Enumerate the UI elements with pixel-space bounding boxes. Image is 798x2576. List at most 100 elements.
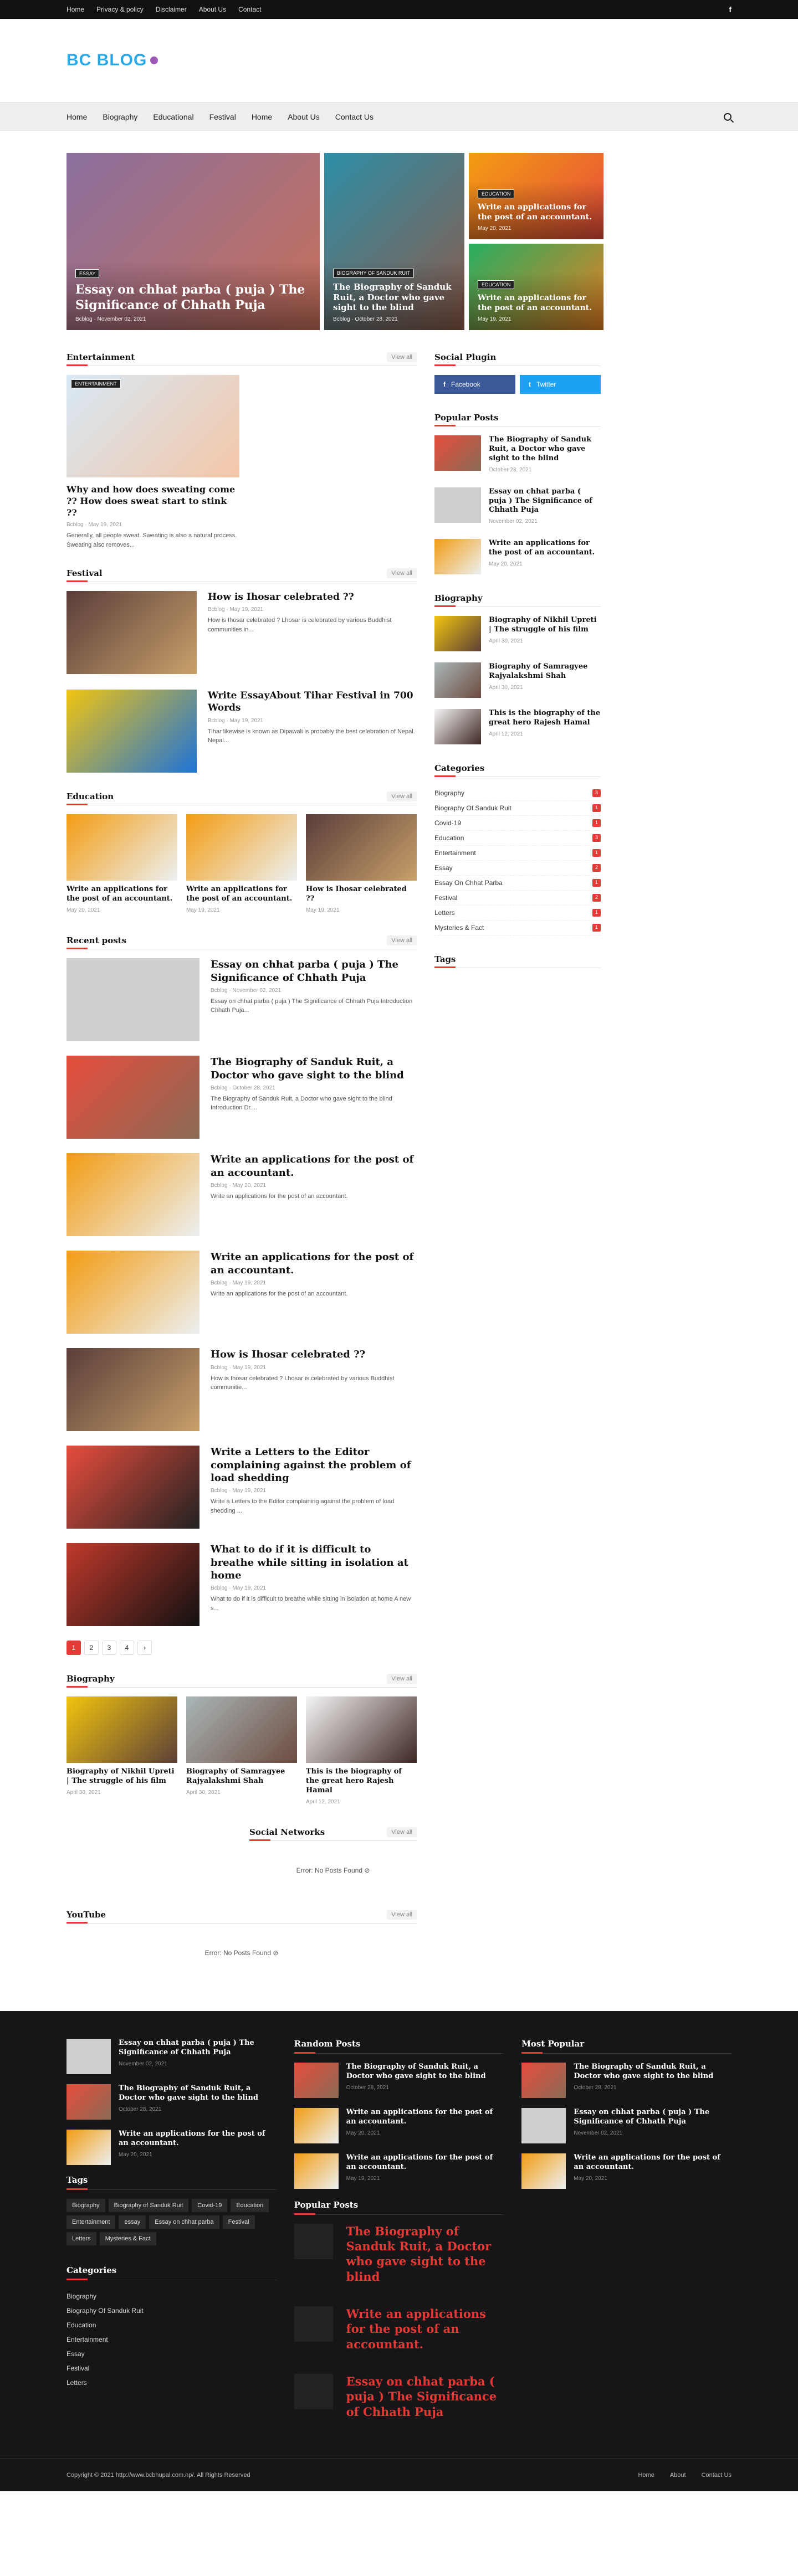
view-all-button[interactable]: View all (387, 935, 417, 946)
post-thumbnail[interactable] (294, 2153, 339, 2189)
post-thumbnail[interactable] (521, 2062, 566, 2098)
post-title[interactable]: Write an applications for the post of an… (66, 885, 177, 904)
post-title[interactable]: How is Ihosar celebrated ?? (208, 591, 417, 603)
post-thumbnail[interactable] (66, 1153, 200, 1237)
facebook-icon[interactable]: f (729, 5, 732, 14)
top-link-disclaimer[interactable]: Disclaimer (156, 6, 187, 13)
post-title[interactable]: Essay on chhat parba ( puja ) The Signif… (346, 2374, 504, 2419)
category-item[interactable]: Letters 1 (434, 906, 601, 921)
page-1-button[interactable]: 1 (66, 1641, 81, 1655)
post-thumbnail[interactable] (66, 958, 200, 1042)
post-title[interactable]: Write EssayAbout Tihar Festival in 700 W… (208, 690, 417, 714)
post-thumbnail[interactable] (186, 814, 297, 881)
nav-educational[interactable]: Educational (153, 112, 193, 121)
view-all-button[interactable]: View all (387, 791, 417, 802)
post-title[interactable]: Write an applications for the post of an… (211, 1251, 417, 1277)
post-thumbnail[interactable] (66, 1543, 200, 1627)
post-title[interactable]: The Biography of Sanduk Ruit, a Doctor w… (119, 2084, 277, 2103)
post-thumbnail[interactable] (66, 2129, 111, 2165)
post-title[interactable]: The Biography of Sanduk Ruit, a Doctor w… (574, 2063, 732, 2081)
featured-mid[interactable]: Biography of Sanduk Ruit The Biography o… (324, 153, 464, 330)
category-item[interactable]: Covid-19 1 (434, 816, 601, 831)
post-thumbnail[interactable] (66, 2038, 111, 2074)
post-title[interactable]: The Biography of Sanduk Ruit, a Doctor w… (489, 435, 601, 464)
category-item[interactable]: Festival 2 (434, 891, 601, 906)
nav-biography[interactable]: Biography (103, 112, 137, 121)
top-link-home[interactable]: Home (66, 6, 84, 13)
post-title[interactable]: Essay on chhat parba ( puja ) The Signif… (211, 958, 417, 984)
post-thumbnail[interactable] (294, 2373, 333, 2409)
view-all-button[interactable]: View all (387, 568, 417, 579)
tag-chip[interactable]: Covid-19 (192, 2198, 228, 2212)
post-thumbnail[interactable] (306, 1696, 417, 1763)
post-thumbnail[interactable] (66, 591, 197, 675)
category-link[interactable]: Essay (66, 2347, 277, 2361)
post-title[interactable]: Biography of Samragyee Rajyalakshmi Shah (489, 662, 601, 681)
post-thumbnail[interactable] (434, 709, 481, 745)
search-icon[interactable] (724, 113, 732, 121)
post-thumbnail[interactable] (294, 2306, 333, 2342)
category-item[interactable]: Essay 2 (434, 861, 601, 876)
tag-chip[interactable]: Entertainment (66, 2215, 116, 2229)
post-title[interactable]: The Biography of Sanduk Ruit, a Doctor w… (346, 2063, 504, 2081)
category-item[interactable]: Biography 3 (434, 786, 601, 801)
category-item[interactable]: Entertainment 1 (434, 846, 601, 861)
post-title[interactable]: How is Ihosar celebrated ?? (211, 1348, 417, 1361)
footer-link-about[interactable]: About (670, 2472, 686, 2479)
post-thumbnail[interactable] (434, 487, 481, 523)
post-thumbnail[interactable] (294, 2062, 339, 2098)
post-thumbnail[interactable] (434, 616, 481, 652)
tag-chip[interactable]: Biography of Sanduk Ruit (108, 2198, 189, 2212)
category-item[interactable]: Mysteries & Fact 1 (434, 921, 601, 936)
nav-contact[interactable]: Contact Us (335, 112, 374, 121)
top-link-privacy[interactable]: Privacy & policy (96, 6, 144, 13)
post-thumbnail[interactable] (66, 1251, 200, 1334)
category-link[interactable]: Biography (66, 2289, 277, 2304)
category-link[interactable]: Biography Of Sanduk Ruit (66, 2304, 277, 2318)
post-thumbnail[interactable] (66, 1348, 200, 1432)
post-title[interactable]: The Biography of Sanduk Ruit, a Doctor w… (211, 1056, 417, 1082)
post-thumbnail[interactable] (66, 1696, 177, 1763)
nav-home[interactable]: Home (66, 112, 87, 121)
post-title[interactable]: Write an applications for the post of an… (346, 2108, 504, 2127)
post-title[interactable]: This is the biography of the great hero … (489, 709, 601, 728)
post-title[interactable]: Essay on chhat parba ( puja ) The Signif… (119, 2039, 277, 2058)
post-thumbnail[interactable] (186, 1696, 297, 1763)
category-item[interactable]: Education 3 (434, 831, 601, 846)
category-item[interactable]: Essay On Chhat Parba 1 (434, 876, 601, 891)
post-title[interactable]: Write an applications for the post of an… (119, 2130, 277, 2148)
post-title[interactable]: This is the biography of the great hero … (306, 1767, 417, 1796)
top-link-about[interactable]: About Us (199, 6, 226, 13)
post-title[interactable]: Biography of Samragyee Rajyalakshmi Shah (186, 1767, 297, 1786)
post-thumbnail[interactable] (521, 2107, 566, 2143)
nav-festival[interactable]: Festival (209, 112, 236, 121)
category-link[interactable]: Letters (66, 2376, 277, 2390)
post-thumbnail[interactable] (306, 814, 417, 881)
category-link[interactable]: Education (66, 2318, 277, 2332)
post-thumbnail[interactable] (66, 690, 197, 773)
post-thumbnail[interactable] (66, 2084, 111, 2120)
footer-link-contact[interactable]: Contact Us (702, 2472, 732, 2479)
view-all-button[interactable]: View all (387, 1674, 417, 1684)
post-title[interactable]: Write an applications for the post of an… (186, 885, 297, 904)
post-title[interactable]: Write a Letters to the Editor complainin… (211, 1446, 417, 1484)
post-thumbnail[interactable] (434, 539, 481, 575)
post-title[interactable]: Why and how does sweating come ?? How do… (66, 484, 239, 518)
nav-about[interactable]: About Us (288, 112, 320, 121)
page-2-button[interactable]: 2 (84, 1641, 99, 1655)
category-item[interactable]: Biography Of Sanduk Ruit 1 (434, 801, 601, 816)
post-title[interactable]: Write an applications for the post of an… (346, 2153, 504, 2172)
page-4-button[interactable]: 4 (120, 1641, 134, 1655)
post-thumbnail[interactable] (66, 814, 177, 881)
next-page-button[interactable]: › (137, 1641, 152, 1655)
post-title[interactable]: Write an applications for the post of an… (574, 2153, 732, 2172)
post-title[interactable]: What to do if it is difficult to breathe… (211, 1543, 417, 1582)
post-thumbnail[interactable] (66, 1446, 200, 1529)
nav-home-2[interactable]: Home (252, 112, 272, 121)
post-title[interactable]: Write an applications for the post of an… (346, 2306, 504, 2352)
post-thumbnail[interactable]: Entertainment (66, 375, 239, 477)
view-all-button[interactable]: View all (387, 1827, 417, 1837)
footer-link-home[interactable]: Home (638, 2472, 654, 2479)
page-3-button[interactable]: 3 (102, 1641, 116, 1655)
featured-main[interactable]: Essay Essay on chhat parba ( puja ) The … (66, 153, 320, 330)
